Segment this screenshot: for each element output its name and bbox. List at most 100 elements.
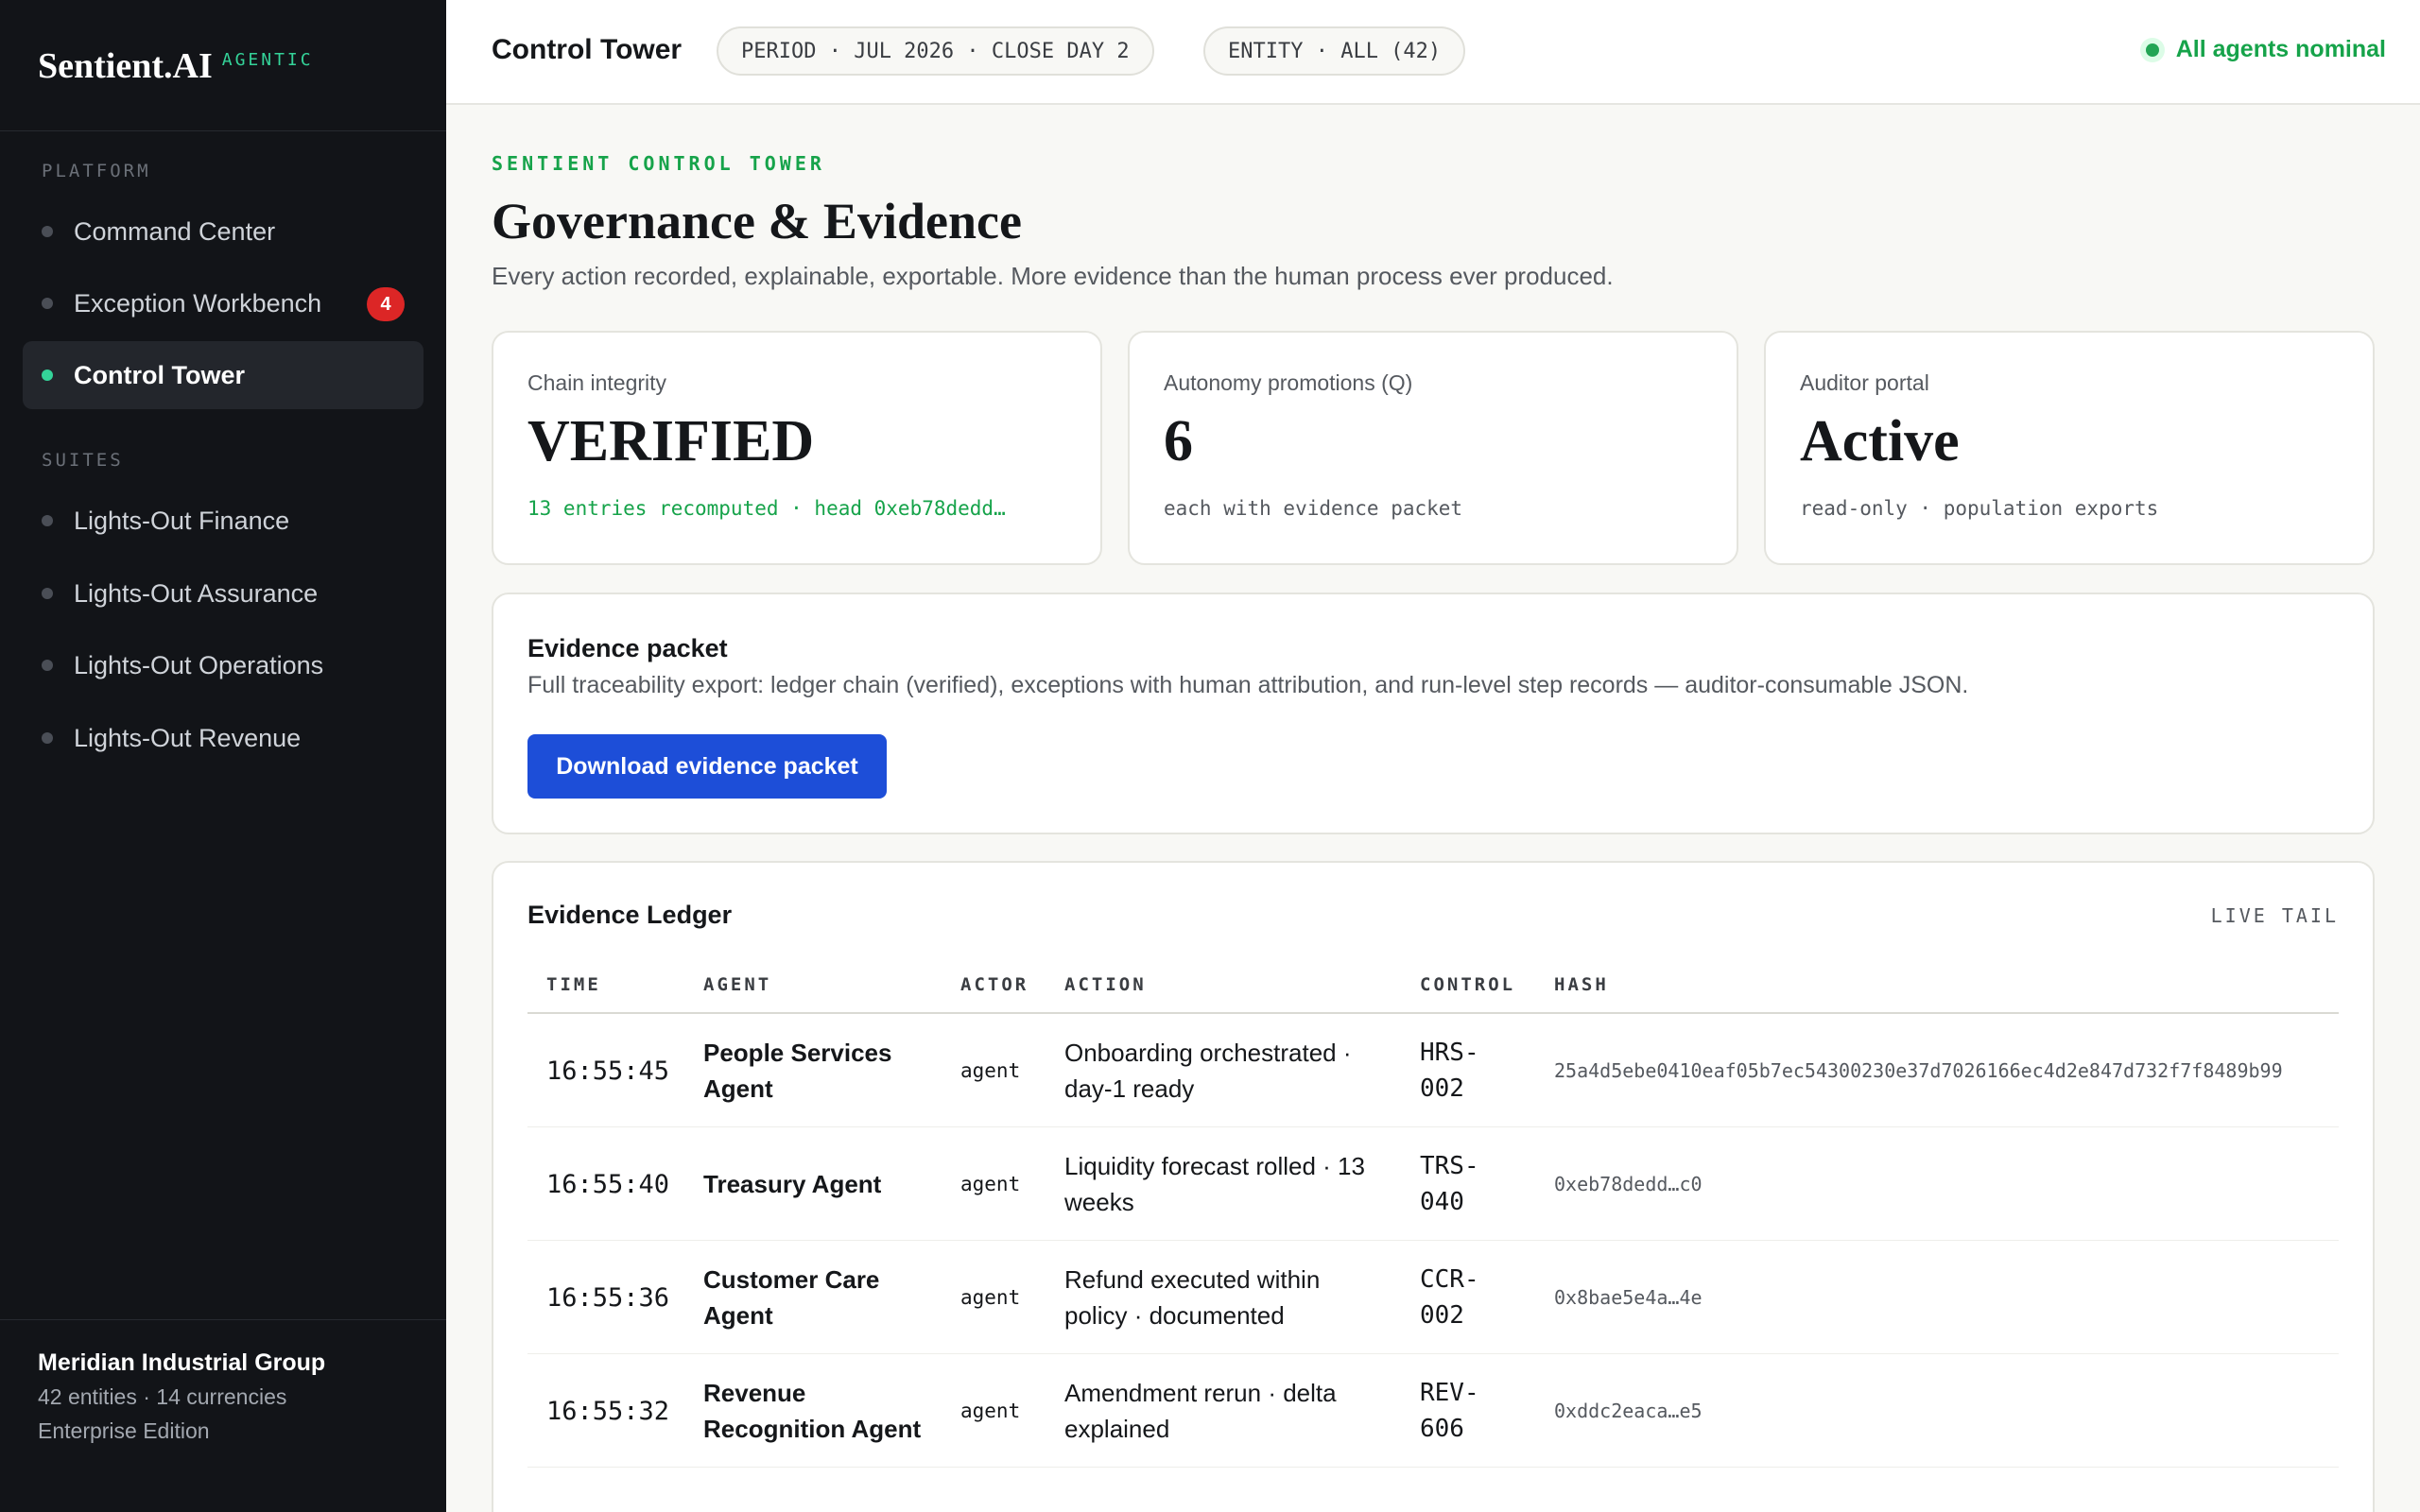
section-eyebrow: SENTIENT CONTROL TOWER [492, 152, 825, 175]
evidence-packet-description: Full traceability export: ledger chain (… [527, 672, 1969, 698]
live-tail-toggle[interactable]: LIVE TAIL [2211, 904, 2339, 927]
row-hash: 25a4d5ebe0410eaf05b7ec54300230e37d702616… [1554, 1059, 2283, 1082]
sidebar-item-command-center[interactable]: Command Center [23, 198, 424, 266]
sidebar-item-control-tower[interactable]: Control Tower [23, 341, 424, 409]
stat-card-autonomy-promotions: Autonomy promotions (Q) 6 each with evid… [1128, 331, 1738, 565]
agent-status-label: All agents nominal [2175, 36, 2386, 62]
stat-note: read-only · population exports [1800, 497, 2159, 520]
table-row[interactable]: Bank-detail change verified MDM- [527, 1468, 2339, 1512]
row-agent: Customer Care Agent [703, 1265, 880, 1330]
brand-name: Sentient.AI [38, 46, 213, 86]
sidebar-item-label: Lights-Out Assurance [74, 578, 319, 608]
sidebar-item-label: Control Tower [74, 360, 245, 389]
dot-icon [42, 732, 53, 744]
evidence-packet-card: Evidence packet Full traceability export… [492, 593, 2375, 834]
column-header-agent[interactable]: AGENT [703, 974, 771, 995]
row-agent: People Services Agent [703, 1039, 892, 1103]
dot-icon [42, 226, 53, 237]
sidebar-item-label: Lights-Out Finance [74, 506, 290, 535]
table-row[interactable]: 16:55:32 Revenue Recognition Agent agent… [527, 1354, 2339, 1468]
row-control: CCR-002 [1420, 1265, 1479, 1330]
row-control: TRS-040 [1420, 1152, 1479, 1216]
agent-status: All agents nominal [2139, 36, 2386, 63]
org-name: Meridian Industrial Group [38, 1349, 326, 1376]
table-row[interactable]: 16:55:45 People Services Agent agent Onb… [527, 1014, 2339, 1127]
stat-label: Chain integrity [527, 370, 667, 395]
row-action: Amendment rerun · delta explained [1064, 1379, 1337, 1443]
row-agent [703, 1468, 949, 1512]
period-pill[interactable]: PERIOD · JUL 2026 · CLOSE DAY 2 [717, 26, 1154, 76]
sidebar-item-lights-out-revenue[interactable]: Lights-Out Revenue [23, 704, 424, 772]
sidebar-item-label: Exception Workbench [74, 288, 322, 318]
row-time: 16:55:45 [546, 1056, 670, 1086]
org-edition: Enterprise Edition [38, 1418, 210, 1443]
row-hash: 0xeb78dedd…c0 [1554, 1173, 1703, 1195]
stat-value: 6 [1164, 409, 1193, 473]
column-header-hash[interactable]: HASH [1554, 974, 1609, 995]
row-action: Bank-detail change verified [1064, 1468, 1386, 1512]
row-actor: agent [960, 1173, 1021, 1195]
entity-pill[interactable]: ENTITY · ALL (42) [1203, 26, 1466, 76]
ledger-title: Evidence Ledger [527, 901, 733, 929]
row-hash: 0xddc2eaca…e5 [1554, 1400, 1703, 1422]
org-meta: 42 entities · 14 currencies [38, 1384, 287, 1409]
download-evidence-button[interactable]: Download evidence packet [527, 734, 887, 799]
table-row[interactable]: 16:55:40 Treasury Agent agent Liquidity … [527, 1127, 2339, 1241]
column-header-actor[interactable]: ACTOR [960, 974, 1028, 995]
dot-icon [42, 298, 53, 309]
row-time: 16:55:32 [546, 1396, 670, 1426]
sidebar-item-lights-out-operations[interactable]: Lights-Out Operations [23, 631, 424, 699]
row-agent: Treasury Agent [703, 1170, 882, 1198]
row-actor: agent [960, 1400, 1021, 1422]
row-agent: Revenue Recognition Agent [703, 1379, 922, 1443]
organization-info: Meridian Industrial Group 42 entities · … [38, 1346, 325, 1448]
stat-note: each with evidence packet [1164, 497, 1463, 520]
platform-section-label: PLATFORM [42, 161, 151, 181]
stat-value: Active [1800, 409, 1960, 473]
sidebar-item-label: Lights-Out Revenue [74, 723, 302, 752]
table-row[interactable]: 16:55:36 Customer Care Agent agent Refun… [527, 1241, 2339, 1354]
ledger-table-header: TIME AGENT ACTOR ACTION CONTROL HASH [527, 965, 2339, 1014]
row-actor: agent [960, 1059, 1021, 1082]
row-action: Refund executed within policy · document… [1064, 1265, 1321, 1330]
sidebar: Sentient.AI AGENTIC PLATFORM Command Cen… [0, 0, 446, 1512]
page-heading: Governance & Evidence [492, 193, 1022, 249]
row-control: MDM- [1420, 1468, 1482, 1512]
status-dot-icon [2139, 37, 2165, 62]
dot-icon [42, 588, 53, 599]
stat-label: Autonomy promotions (Q) [1164, 370, 1413, 395]
row-control: REV-606 [1420, 1379, 1479, 1443]
column-header-control[interactable]: CONTROL [1420, 974, 1515, 995]
sidebar-divider [0, 1319, 446, 1320]
evidence-ledger-card: Evidence Ledger LIVE TAIL TIME AGENT ACT… [492, 861, 2375, 1512]
sidebar-item-label: Lights-Out Operations [74, 650, 324, 679]
page-subtitle: Every action recorded, explainable, expo… [492, 262, 1614, 290]
sidebar-item-label: Command Center [74, 216, 276, 246]
stat-label: Auditor portal [1800, 370, 1929, 395]
sidebar-item-exception-workbench[interactable]: Exception Workbench 4 [23, 269, 424, 337]
row-actor: agent [960, 1286, 1021, 1309]
stat-note: 13 entries recomputed · head 0xeb78dedd… [527, 497, 1006, 520]
evidence-packet-title: Evidence packet [527, 634, 728, 662]
sidebar-item-lights-out-finance[interactable]: Lights-Out Finance [23, 487, 424, 555]
sidebar-item-lights-out-assurance[interactable]: Lights-Out Assurance [23, 559, 424, 627]
column-header-action[interactable]: ACTION [1064, 974, 1147, 995]
sidebar-divider [0, 130, 446, 131]
row-time: 16:55:36 [546, 1282, 670, 1313]
brand-logo[interactable]: Sentient.AI AGENTIC [38, 45, 314, 87]
exception-count-badge: 4 [367, 287, 405, 321]
stat-value: VERIFIED [527, 409, 815, 473]
stat-card-auditor-portal: Auditor portal Active read-only · popula… [1764, 331, 2375, 565]
row-action: Liquidity forecast rolled · 13 weeks [1064, 1152, 1365, 1216]
row-hash: 0x8bae5e4a…4e [1554, 1286, 1703, 1309]
stat-card-chain-integrity: Chain integrity VERIFIED 13 entries reco… [492, 331, 1102, 565]
dot-icon [42, 369, 53, 381]
row-time: 16:55:40 [546, 1169, 670, 1199]
top-bar: Control Tower PERIOD · JUL 2026 · CLOSE … [446, 0, 2420, 105]
column-header-time[interactable]: TIME [546, 974, 601, 995]
page-title: Control Tower [492, 34, 683, 65]
row-control: HRS-002 [1420, 1039, 1479, 1103]
suites-section-label: SUITES [42, 450, 124, 471]
brand-tag: AGENTIC [221, 50, 314, 70]
dot-icon [42, 660, 53, 671]
